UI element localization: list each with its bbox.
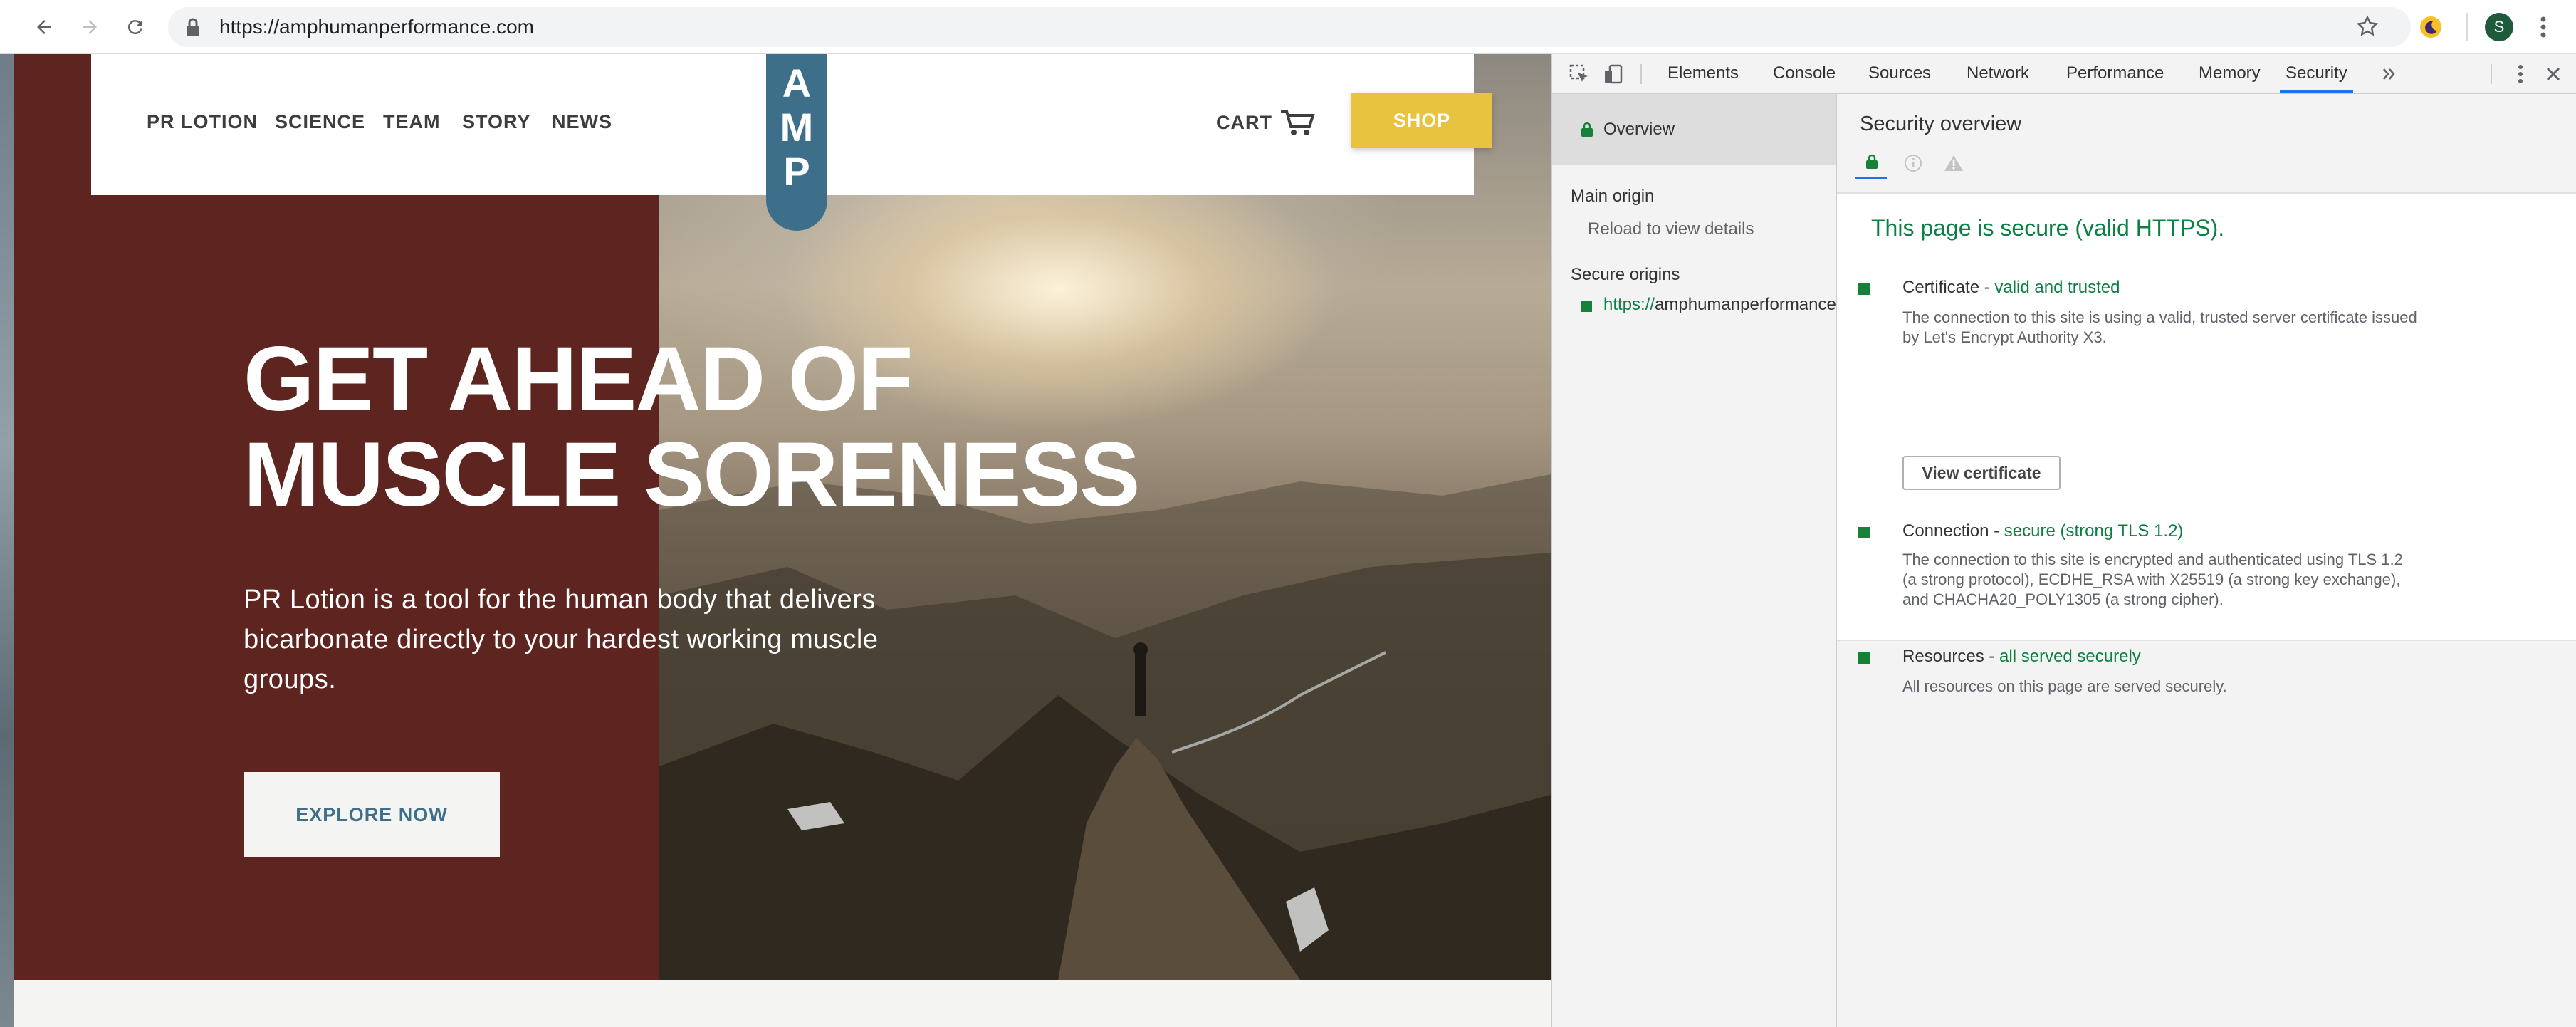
origin-host: amphumanperformance xyxy=(1655,295,1836,314)
security-overview-title: Security overview xyxy=(1860,113,2022,135)
resources-status: all served securely xyxy=(1999,647,2141,666)
more-tabs-icon[interactable] xyxy=(2375,60,2404,88)
explore-now-button[interactable]: EXPLORE NOW xyxy=(244,772,500,857)
lock-icon xyxy=(185,18,214,36)
profile-avatar[interactable]: S xyxy=(2482,10,2516,44)
tab-elements[interactable]: Elements xyxy=(1667,54,1739,93)
hero-headline: GET AHEAD OF MUSCLE SORENESS xyxy=(244,328,1140,526)
connection-heading: Connection - secure (strong TLS 1.2) xyxy=(1902,521,2183,541)
certificate-description: The connection to this site is using a v… xyxy=(1902,308,2417,348)
connection-desc-line-1: The connection to this site is encrypted… xyxy=(1902,551,2403,568)
resources-label: Resources - xyxy=(1902,647,2000,666)
resources-description: All resources on this page are served se… xyxy=(1902,677,2227,695)
cart-link[interactable]: CART xyxy=(1216,108,1315,137)
tab-security[interactable]: Security xyxy=(2280,54,2353,93)
certificate-desc-line-1: The connection to this site is using a v… xyxy=(1902,308,2417,326)
nav-science[interactable]: SCIENCE xyxy=(275,111,365,133)
warning-icon xyxy=(1944,155,1963,171)
close-devtools-icon[interactable] xyxy=(2539,60,2567,88)
nav-team[interactable]: TEAM xyxy=(383,111,441,133)
certificate-heading: Certificate - valid and trusted xyxy=(1902,278,2120,298)
headline-line-1: GET AHEAD OF xyxy=(244,328,913,430)
secure-lock-icon xyxy=(1866,154,1878,169)
toolbar-divider xyxy=(2466,13,2468,41)
back-arrow-icon xyxy=(37,20,51,34)
secure-origins-heading: Secure origins xyxy=(1571,265,1680,284)
certificate-status-indicator xyxy=(1858,283,1870,295)
nav-pr-lotion[interactable]: PR LOTION xyxy=(147,111,258,133)
sidebar-item-secure-origin[interactable]: https://amphumanperformance xyxy=(1603,295,1836,315)
sidebar-item-overview[interactable]: Overview xyxy=(1552,94,1836,165)
nav-news[interactable]: NEWS xyxy=(552,111,612,133)
tab-console[interactable]: Console xyxy=(1773,54,1836,93)
reload-hint[interactable]: Reload to view details xyxy=(1588,219,1754,239)
kebab-menu-icon xyxy=(2540,16,2546,38)
resources-status-indicator xyxy=(1858,652,1870,664)
reload-icon xyxy=(127,20,142,35)
inspect-element-icon[interactable] xyxy=(1565,60,1593,88)
url-text: https://amphumanperformance.com xyxy=(219,16,534,38)
connection-label: Connection - xyxy=(1902,521,2004,541)
tab-performance[interactable]: Performance xyxy=(2066,54,2164,93)
info-icon xyxy=(1905,155,1922,172)
certificate-label: Certificate - xyxy=(1902,278,1995,297)
logo-letter-m: M xyxy=(780,105,814,150)
certificate-desc-line-2: by Let's Encrypt Authority X3. xyxy=(1902,328,2107,346)
headline-line-2: MUSCLE SORENESS xyxy=(244,424,1140,526)
origin-scheme: https:// xyxy=(1603,295,1655,314)
desktop-background xyxy=(0,54,14,1027)
browser-menu-button[interactable] xyxy=(2526,10,2560,44)
shop-button[interactable]: SHOP xyxy=(1351,93,1492,148)
connection-desc-line-3: and CHACHA20_POLY1305 (a strong cipher). xyxy=(1902,590,2224,608)
security-details: This page is secure (valid HTTPS). Certi… xyxy=(1837,194,2576,695)
logo-letter-p: P xyxy=(783,149,810,194)
bookmark-star-icon[interactable] xyxy=(2355,14,2379,42)
security-overview-header: Security overview xyxy=(1837,94,2576,194)
connection-description: The connection to this site is encrypted… xyxy=(1902,550,2403,610)
secure-origin-indicator xyxy=(1581,301,1592,312)
cart-label: CART xyxy=(1216,111,1272,133)
lock-icon xyxy=(1581,122,1593,137)
tab-memory[interactable]: Memory xyxy=(2199,54,2261,93)
devtools-menu-icon[interactable] xyxy=(2506,60,2535,88)
browser-toolbar: https://amphumanperformance.com S xyxy=(0,0,2576,54)
connection-status: secure (strong TLS 1.2) xyxy=(2004,521,2184,541)
tab-network[interactable]: Network xyxy=(1967,54,2029,93)
security-sidebar: Overview Main origin Reload to view deta… xyxy=(1552,94,1837,1027)
devtools-toolbar: Elements Console Sources Network Perform… xyxy=(1552,54,2576,94)
forward-arrow-icon xyxy=(83,20,97,34)
extension-moon-icon[interactable] xyxy=(2414,10,2448,44)
address-bar[interactable]: https://amphumanperformance.com xyxy=(168,7,2411,47)
reload-button[interactable] xyxy=(118,10,152,44)
devtools-panel: Elements Console Sources Network Perform… xyxy=(1551,54,2576,1027)
profile-initial: S xyxy=(2485,13,2513,41)
certificate-status: valid and trusted xyxy=(1994,278,2120,297)
active-indicator xyxy=(1855,177,1887,179)
logo-letter-a: A xyxy=(782,61,812,105)
next-section xyxy=(14,980,1551,1027)
security-summary: This page is secure (valid HTTPS). xyxy=(1871,215,2225,241)
device-toolbar-icon[interactable] xyxy=(1599,60,1628,88)
resources-heading: Resources - all served securely xyxy=(1902,647,2141,667)
view-certificate-button[interactable]: View certificate xyxy=(1902,456,2061,490)
main-origin-heading: Main origin xyxy=(1571,187,1655,206)
website-viewport: PR LOTION SCIENCE TEAM STORY NEWS CART S… xyxy=(14,54,1551,1027)
back-button[interactable] xyxy=(27,10,61,44)
connection-status-indicator xyxy=(1858,527,1870,538)
toolbar-separator xyxy=(1640,64,1642,84)
forward-button[interactable] xyxy=(73,10,107,44)
amp-logo[interactable]: A M P xyxy=(766,54,827,231)
security-main-pane: Security overview This page is secure (v… xyxy=(1837,94,2576,1027)
hero-subtext: PR Lotion is a tool for the human body t… xyxy=(244,585,879,694)
connection-desc-line-2: (a strong protocol), ECDHE_RSA with X255… xyxy=(1902,570,2401,588)
overview-label: Overview xyxy=(1603,120,1675,139)
nav-story[interactable]: STORY xyxy=(462,111,531,133)
cart-icon xyxy=(1281,110,1315,135)
tab-sources[interactable]: Sources xyxy=(1868,54,1931,93)
toolbar-separator-right xyxy=(2491,64,2492,84)
